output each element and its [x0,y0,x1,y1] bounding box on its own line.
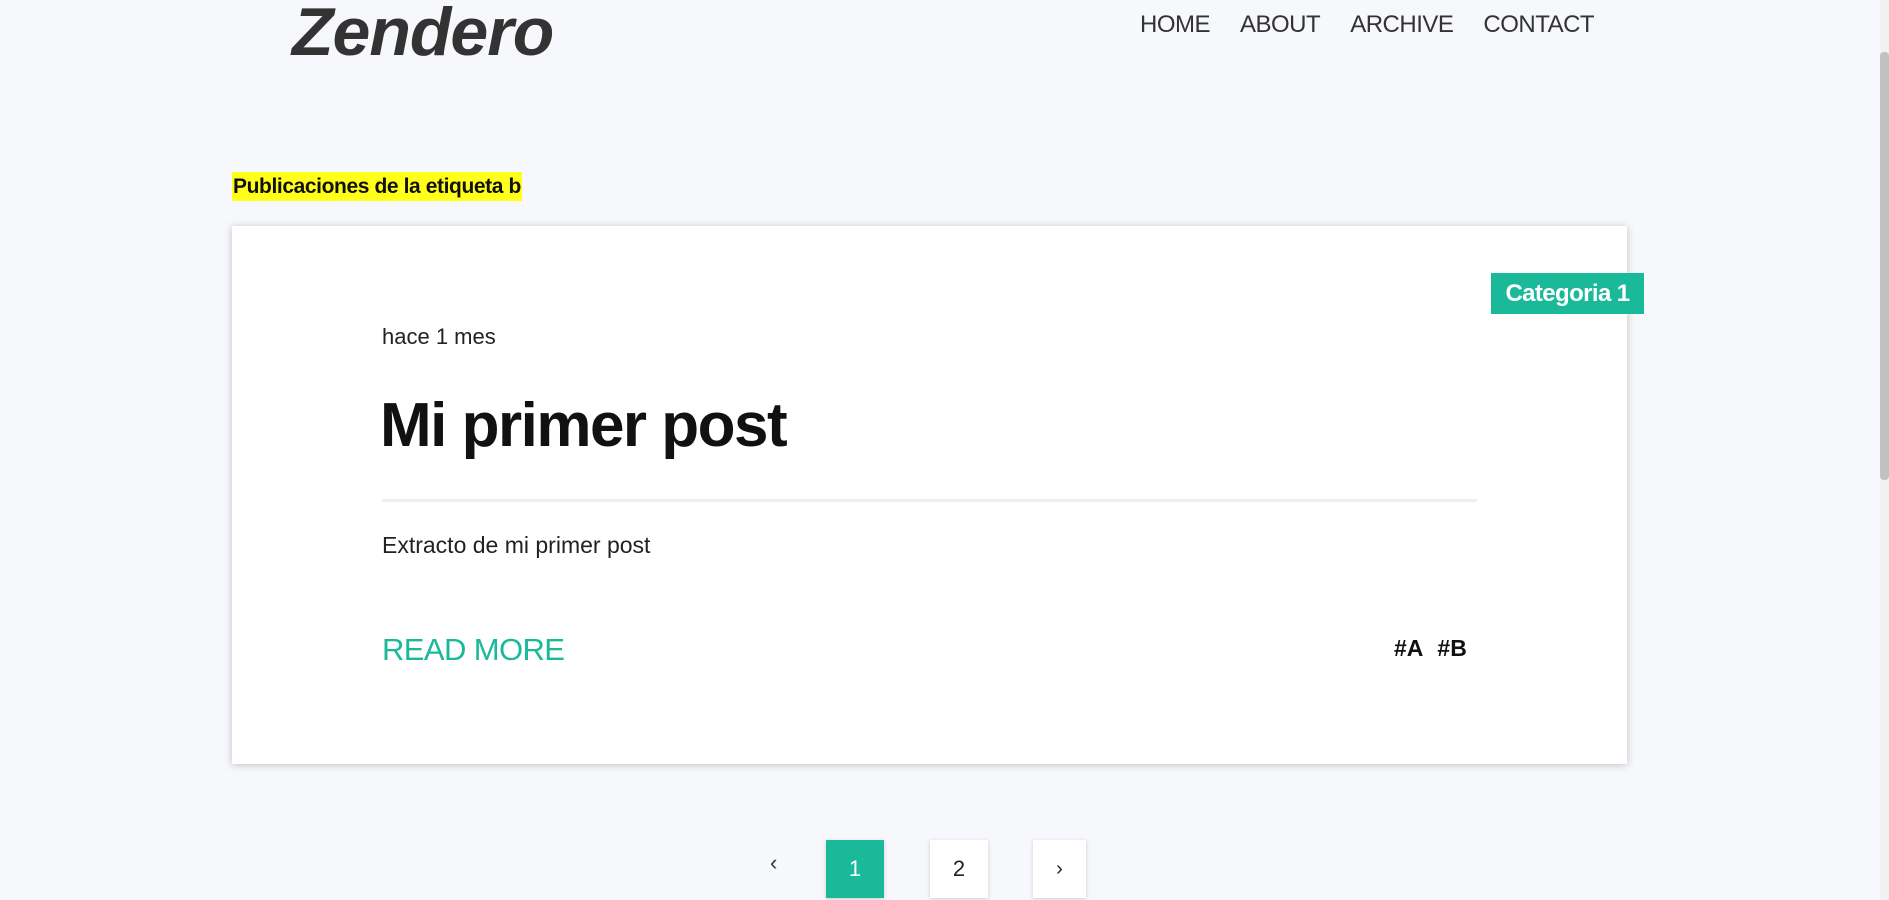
scrollbar-thumb[interactable] [1880,52,1889,480]
nav-archive-link[interactable]: ARCHIVE [1350,10,1454,40]
category-badge[interactable]: Categoria 1 [1491,273,1644,314]
tag-link-b[interactable]: #B [1437,635,1466,662]
pagination-prev-button[interactable]: ‹ [770,850,777,876]
nav-contact-link[interactable]: CONTACT [1483,10,1594,40]
nav-home-link[interactable]: HOME [1140,10,1211,40]
site-logo[interactable]: Zendero [292,0,554,66]
post-card: Categoria 1 hace 1 mes Mi primer post Ex… [232,226,1644,764]
post-excerpt: Extracto de mi primer post [382,532,651,558]
tag-link-a[interactable]: #A [1394,635,1423,662]
read-more-link[interactable]: READ MORE [382,632,565,668]
pagination-next-button[interactable]: › [1033,840,1086,898]
vertical-scrollbar[interactable] [1880,0,1889,900]
post-tags: #A #B [1394,635,1467,662]
main-nav: HOME ABOUT ARCHIVE CONTACT [1140,10,1595,40]
pagination-page-2[interactable]: 2 [930,840,988,898]
pagination-page-1[interactable]: 1 [826,840,884,898]
nav-about-link[interactable]: ABOUT [1240,10,1321,40]
pagination: ‹ 1 2 › [0,840,1889,900]
post-date: hace 1 mes [382,324,496,349]
page: Zendero HOME ABOUT ARCHIVE CONTACT Publi… [0,0,1889,900]
divider [382,499,1477,502]
post-title[interactable]: Mi primer post [380,391,788,460]
tag-heading: Publicaciones de la etiqueta b [232,172,522,201]
